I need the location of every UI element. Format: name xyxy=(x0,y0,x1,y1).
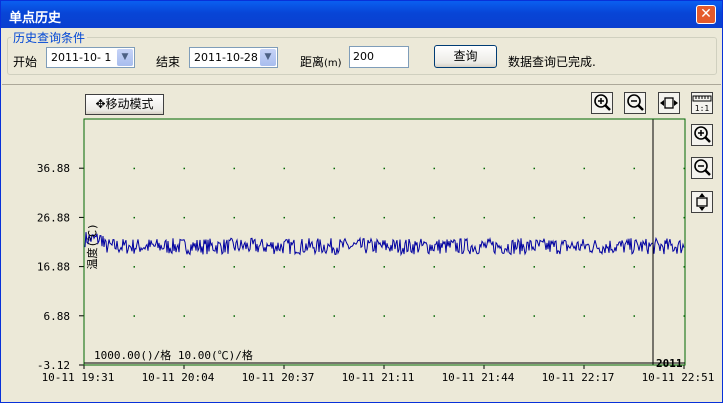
x-tick-label: 10-11 21:11 xyxy=(342,371,415,384)
grid-dot xyxy=(483,216,485,219)
query-button[interactable]: 查询 xyxy=(434,45,497,68)
grid-dot xyxy=(233,167,235,170)
grid-dot xyxy=(483,167,485,170)
history-window: 单点历史 ✕ 历史查询条件 开始 2011-10- 1 ▼ 结束 2011-10… xyxy=(0,0,723,403)
chevron-down-icon[interactable]: ▼ xyxy=(117,49,133,66)
distance-input[interactable]: 200 xyxy=(349,46,409,68)
grid-dot xyxy=(183,167,185,170)
x-tick-label: 10-11 21:44 xyxy=(442,371,515,384)
y-axis-label: 温度(℃) xyxy=(85,223,99,269)
y-axis-ticks: 36.8826.8816.886.88-3.12 xyxy=(37,162,84,372)
chevron-down-icon[interactable]: ▼ xyxy=(260,49,276,66)
grid-dot xyxy=(483,266,485,268)
grid-dot xyxy=(433,167,435,170)
start-date-value: 2011-10- 1 xyxy=(51,51,112,64)
grid-dot xyxy=(633,167,635,170)
grid-dot xyxy=(333,216,335,219)
distance-unit: (m) xyxy=(324,58,342,69)
grid-dot xyxy=(633,216,635,219)
x-tick-label: 10-11 19:31 xyxy=(42,371,115,384)
grid-dot xyxy=(383,167,385,170)
grid-dot xyxy=(533,167,535,170)
end-date-picker[interactable]: 2011-10-28 ▼ xyxy=(189,47,278,68)
grid-dot xyxy=(583,315,585,317)
grid-dot xyxy=(333,266,335,268)
grid-dot xyxy=(283,266,285,268)
x-tick-label: 10-11 22:17 xyxy=(542,371,615,384)
grid-dot xyxy=(333,315,335,317)
grid-dot xyxy=(283,216,285,219)
grid-dot xyxy=(533,315,535,317)
start-label: 开始 xyxy=(13,55,38,69)
grid-dot xyxy=(133,167,135,170)
grid-dot xyxy=(283,315,285,317)
grid-dot xyxy=(433,216,435,219)
grid-dot xyxy=(233,266,235,268)
scale-info: 1000.00()/格 10.00(℃)/格 xyxy=(94,348,253,362)
grid-dot xyxy=(433,315,435,317)
grid-dot xyxy=(483,315,485,317)
grid-dot xyxy=(583,266,585,268)
grid-dot xyxy=(633,266,635,268)
window-title: 单点历史 xyxy=(9,11,62,26)
x-tick-label: 10-11 20:37 xyxy=(242,371,315,384)
grid-dot xyxy=(233,216,235,219)
y-tick-label: 6.88 xyxy=(44,310,71,323)
y-tick-label: 16.88 xyxy=(37,261,70,274)
title-bar: 单点历史 ✕ xyxy=(1,1,722,28)
distance-label-text: 距离 xyxy=(300,55,325,69)
status-text: 数据查询已完成. xyxy=(508,55,596,69)
start-date-picker[interactable]: 2011-10- 1 ▼ xyxy=(46,47,135,68)
end-label: 结束 xyxy=(156,55,181,69)
x-tick-label: 10-11 20:04 xyxy=(142,371,215,384)
close-button[interactable]: ✕ xyxy=(696,5,716,24)
temperature-chart[interactable]: 36.8826.8816.886.88-3.12 10-11 19:31 10-1… xyxy=(2,85,721,403)
grid-dot xyxy=(583,216,585,219)
grid-dot xyxy=(433,266,435,268)
grid-dot xyxy=(633,315,635,317)
y-tick-label: 36.88 xyxy=(37,162,70,175)
chart-panel: ✥移动模式 1:1 36.88 26.88 16.88 6.88 -3.12 1… xyxy=(2,84,721,403)
x-tick-label: 10-11 22:51 xyxy=(642,371,715,384)
end-date-value: 2011-10-28 xyxy=(194,51,258,64)
grid-dot xyxy=(383,266,385,268)
grid-dot xyxy=(233,315,235,317)
y-tick-label: 26.88 xyxy=(37,211,70,224)
query-group-label: 历史查询条件 xyxy=(11,29,88,46)
grid-dot xyxy=(183,266,185,268)
x-axis-ticks: 10-11 19:31 10-11 20:04 10-11 20:37 10-11 2… xyxy=(42,365,715,384)
grid-dot xyxy=(133,216,135,219)
grid-dot xyxy=(283,167,285,170)
grid-dot xyxy=(333,167,335,170)
grid-dot xyxy=(183,216,185,219)
grid-dot xyxy=(133,266,135,268)
grid-dot xyxy=(183,315,185,317)
grid-dot xyxy=(383,216,385,219)
grid-dot xyxy=(133,315,135,317)
grid-dot xyxy=(533,266,535,268)
grid-dot xyxy=(383,315,385,317)
grid-dot xyxy=(533,216,535,219)
distance-label: 距离(m) xyxy=(300,53,342,70)
grid-dot xyxy=(583,167,585,170)
distance-value: 200 xyxy=(353,50,374,63)
